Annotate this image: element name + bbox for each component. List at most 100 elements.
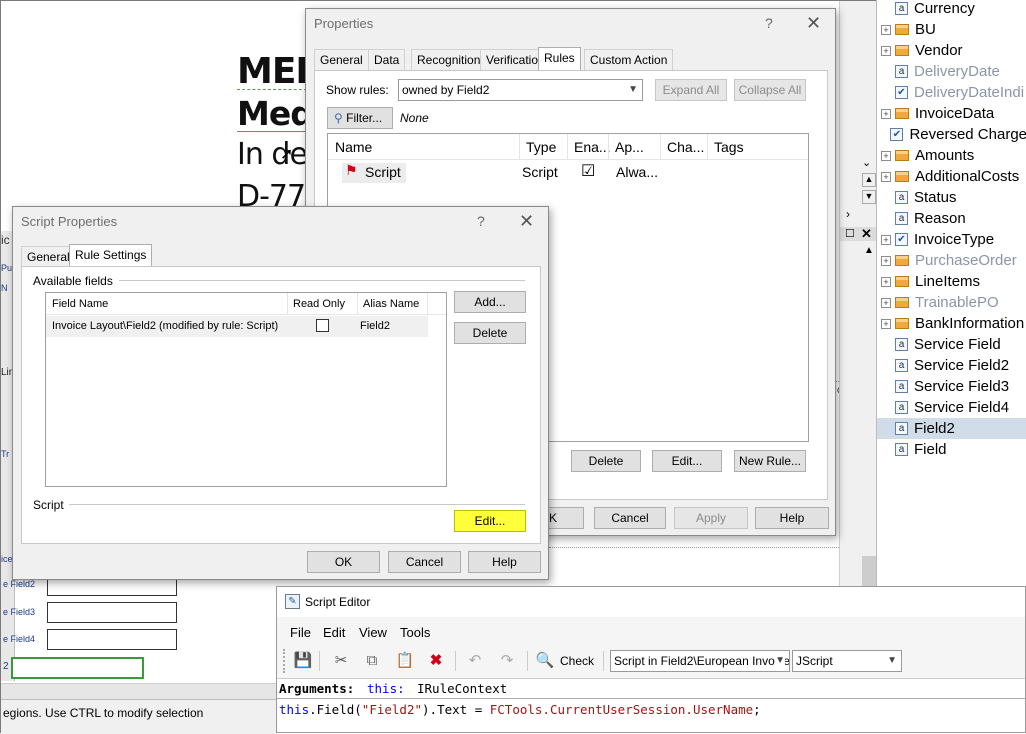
cut-icon[interactable]: ✂ <box>330 651 352 671</box>
tree-item[interactable]: + AdditionalCosts <box>877 166 1026 187</box>
read-only-checkbox[interactable] <box>316 319 329 332</box>
tree-item[interactable]: a DeliveryDate <box>877 61 1026 82</box>
scroll-up-icon[interactable]: ▲ <box>862 173 876 187</box>
column-header-changed[interactable]: Cha... <box>667 139 704 155</box>
expand-icon[interactable]: + <box>881 45 891 56</box>
code-editor[interactable]: this.Field("Field2").Text = FCTools.Curr… <box>277 698 1025 732</box>
tree-item[interactable]: a Service Field4 <box>877 397 1026 418</box>
expand-icon[interactable]: + <box>881 150 891 161</box>
column-header-field-name[interactable]: Field Name <box>52 298 108 310</box>
maximize-icon[interactable]: ☐ <box>845 227 855 240</box>
tree-item[interactable]: ✔ DeliveryDateIndi <box>877 82 1026 103</box>
tree-item[interactable]: ✔ Reversed Charge <box>877 124 1026 145</box>
scroll-up-arrow-icon[interactable]: ▲ <box>864 245 874 256</box>
expand-icon[interactable]: + <box>881 24 891 35</box>
edit-rule-button[interactable]: Edit... <box>652 450 722 472</box>
help-button[interactable]: Help <box>755 507 829 529</box>
show-rules-dropdown[interactable]: owned by Field2 ▼ <box>398 79 643 101</box>
close-icon[interactable]: ✕ <box>861 226 872 242</box>
expand-icon[interactable]: + <box>881 276 891 287</box>
tab-data[interactable]: Data <box>368 49 406 71</box>
ok-button[interactable]: OK <box>307 551 380 573</box>
tab-rules[interactable]: Rules <box>538 47 581 71</box>
help-icon[interactable]: ? <box>765 15 773 31</box>
fields-list-row[interactable]: Invoice Layout\Field2 (modified by rule:… <box>46 316 428 337</box>
help-button[interactable]: Help <box>468 551 541 573</box>
tree-item[interactable]: a Status <box>877 187 1026 208</box>
tree-item[interactable]: a Field <box>877 439 1026 460</box>
horizontal-scrollbar[interactable] <box>1 683 277 699</box>
tree-item[interactable]: a Service Field2 <box>877 355 1026 376</box>
new-rule-button[interactable]: New Rule... <box>734 450 806 472</box>
edit-script-button[interactable]: Edit... <box>454 510 526 532</box>
undo-icon[interactable]: ↶ <box>464 651 486 671</box>
column-header-tags[interactable]: Tags <box>714 139 744 155</box>
menu-edit[interactable]: Edit <box>323 625 345 640</box>
rule-enabled-checkbox[interactable]: ☑ <box>581 161 595 181</box>
tree-item[interactable]: + Amounts <box>877 145 1026 166</box>
menu-view[interactable]: View <box>359 625 387 640</box>
menu-tools[interactable]: Tools <box>400 625 430 640</box>
add-field-button[interactable]: Add... <box>454 291 526 313</box>
check-icon[interactable]: 🔍 <box>534 651 556 671</box>
tree-item[interactable]: + InvoiceData <box>877 103 1026 124</box>
delete-icon[interactable]: ✖ <box>425 651 447 671</box>
help-icon[interactable]: ? <box>477 213 485 229</box>
language-dropdown[interactable]: JScript ▼ <box>792 650 902 672</box>
column-header-applies[interactable]: Ap... <box>615 139 644 155</box>
apply-button[interactable]: Apply <box>674 507 748 529</box>
save-icon[interactable]: 💾 <box>292 651 314 671</box>
tree-item[interactable]: a Reason <box>877 208 1026 229</box>
script-selector-dropdown[interactable]: Script in Field2\European Invoice ▼ <box>610 650 790 672</box>
tree-item[interactable]: a Currency <box>877 0 1026 19</box>
tab-recognition[interactable]: Recognition <box>411 49 487 71</box>
expand-icon[interactable]: + <box>881 297 891 308</box>
tree-item[interactable]: a Service Field3 <box>877 376 1026 397</box>
available-fields-list[interactable]: Field Name Read Only Alias Name Invoice … <box>45 292 447 487</box>
expand-icon[interactable]: + <box>881 255 891 266</box>
column-header-type[interactable]: Type <box>526 139 556 155</box>
scroll-down-icon[interactable]: ▼ <box>862 190 876 204</box>
expand-icon[interactable]: + <box>881 108 891 119</box>
form-field-service-field3[interactable] <box>47 602 177 623</box>
cancel-button[interactable]: Cancel <box>388 551 461 573</box>
form-field-field2-selected[interactable] <box>11 657 144 679</box>
tree-item[interactable]: + TrainablePO <box>877 292 1026 313</box>
tab-general[interactable]: General <box>21 246 76 268</box>
tree-item[interactable]: + BU <box>877 19 1026 40</box>
tab-general[interactable]: General <box>314 49 369 71</box>
column-header-alias-name[interactable]: Alias Name <box>363 298 419 310</box>
chevron-down-icon[interactable]: ⌄ <box>862 156 871 169</box>
check-button[interactable]: Check <box>560 654 594 668</box>
tree-item[interactable]: a Field2 <box>877 418 1026 439</box>
expand-icon[interactable]: + <box>881 318 891 329</box>
form-field-service-field4[interactable] <box>47 629 177 650</box>
tab-custom-action[interactable]: Custom Action <box>584 49 674 71</box>
vertical-scroll-thumb[interactable] <box>862 556 876 586</box>
chevron-right-icon[interactable]: › <box>846 207 850 221</box>
tree-item[interactable]: + Vendor <box>877 40 1026 61</box>
redo-icon[interactable]: ↷ <box>496 651 518 671</box>
close-icon[interactable]: ✕ <box>806 13 821 34</box>
tab-rule-settings[interactable]: Rule Settings <box>69 244 153 268</box>
collapse-all-button[interactable]: Collapse All <box>734 79 806 101</box>
filter-button[interactable]: ⚲ Filter... <box>327 107 393 129</box>
tree-item[interactable]: a Service Field <box>877 334 1026 355</box>
expand-all-button[interactable]: Expand All <box>655 79 727 101</box>
tree-item[interactable]: + BankInformation <box>877 313 1026 334</box>
close-icon[interactable]: ✕ <box>519 211 534 232</box>
delete-rule-button[interactable]: Delete <box>571 450 641 472</box>
paste-icon[interactable]: 📋 <box>394 651 416 671</box>
expand-icon[interactable]: + <box>881 234 891 245</box>
tree-item[interactable]: + ✔ InvoiceType <box>877 229 1026 250</box>
tree-item[interactable]: + LineItems <box>877 271 1026 292</box>
expand-icon[interactable]: + <box>881 171 891 182</box>
tree-item[interactable]: + PurchaseOrder <box>877 250 1026 271</box>
column-header-name[interactable]: Name <box>335 139 372 155</box>
menu-file[interactable]: File <box>290 625 311 640</box>
copy-icon[interactable]: ⧉ <box>361 651 383 671</box>
rule-row-script[interactable]: ⚑ Script Script ☑ Alwa... <box>328 160 808 184</box>
cancel-button[interactable]: Cancel <box>594 507 666 529</box>
column-header-read-only[interactable]: Read Only <box>293 298 345 310</box>
column-header-enabled[interactable]: Ena... <box>574 139 611 155</box>
